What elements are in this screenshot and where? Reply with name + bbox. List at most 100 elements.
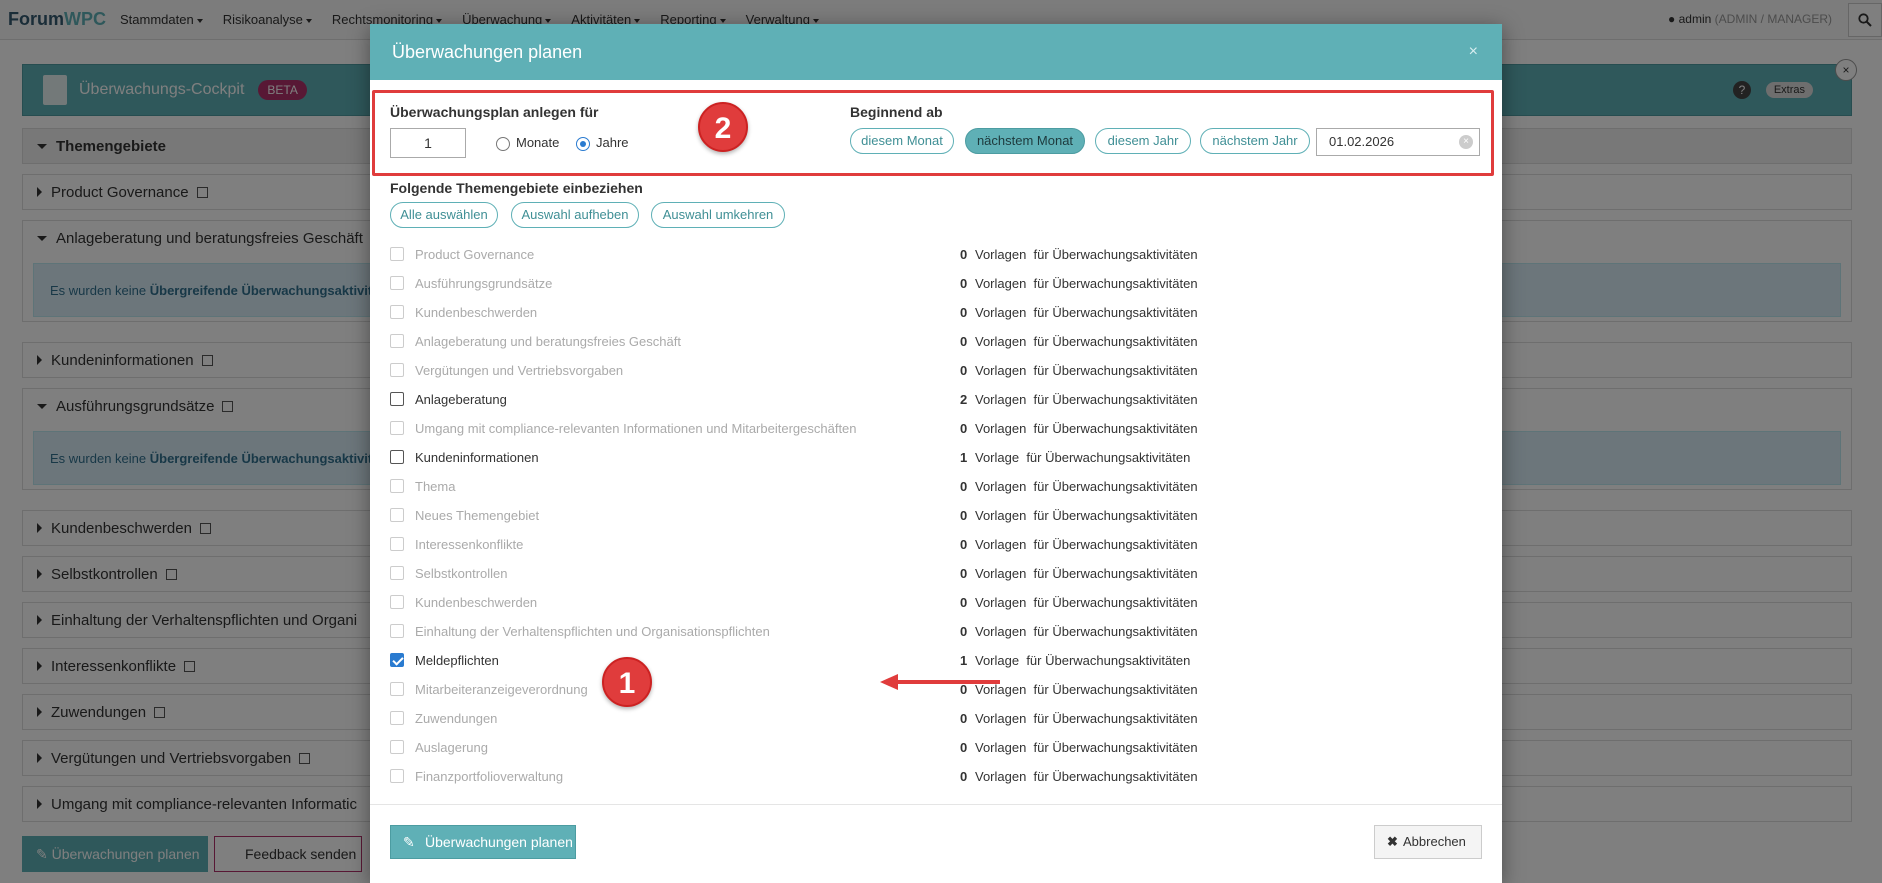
topic-row: Product Governance 0 Vorlagen für Überwach… <box>390 240 1290 269</box>
topic-template-count: 1 <box>960 450 968 465</box>
topic-template-count: 0 <box>960 247 968 262</box>
topic-template-label: Vorlagen für Überwachungsaktivitäten <box>975 624 1198 639</box>
topic-checkbox <box>390 305 404 319</box>
topic-row: Einhaltung der Verhaltenspflichten und O… <box>390 617 1290 646</box>
annotation-arrow <box>880 674 1000 690</box>
deselect-button[interactable]: Auswahl aufheben <box>511 202 639 228</box>
topic-name: Mitarbeiteranzeigeverordnung <box>415 682 588 697</box>
topic-template-count: 0 <box>960 769 968 784</box>
topic-checkbox <box>390 711 404 725</box>
topic-row: Mitarbeiteranzeigeverordnung 0 Vorlagen fü… <box>390 675 1290 704</box>
start-this-year[interactable]: diesem Jahr <box>1095 128 1191 154</box>
wand-icon: ✎ <box>403 834 415 850</box>
topic-row: Finanzportfolioverwaltung 0 Vorlagen für Ü… <box>390 762 1290 791</box>
topic-checkbox <box>390 740 404 754</box>
topic-row: Vergütungen und Vertriebsvorgaben 0 Vorlag… <box>390 356 1290 385</box>
topic-checkbox[interactable] <box>390 392 404 406</box>
topic-row: Thema 0 Vorlagen für Überwachungsaktivität… <box>390 472 1290 501</box>
plan-modal: Überwachungen planen × Überwachungsplan … <box>370 24 1502 883</box>
topic-name: Interessenkonflikte <box>415 537 524 552</box>
topic-template-label: Vorlagen für Überwachungsaktivitäten <box>975 508 1198 523</box>
topic-checkbox[interactable] <box>390 653 404 667</box>
topic-row: Anlageberatung 2 Vorlagen für Überwachungs… <box>390 385 1290 414</box>
topic-template-count: 0 <box>960 363 968 378</box>
topic-checkbox <box>390 508 404 522</box>
topic-name: Kundenbeschwerden <box>415 595 538 610</box>
topic-template-label: Vorlagen für Überwachungsaktivitäten <box>975 769 1198 784</box>
topic-row: Meldepflichten 1 Vorlage für Überwachungsa… <box>390 646 1290 675</box>
topic-template-count: 0 <box>960 305 968 320</box>
clear-icon[interactable]: × <box>1459 135 1473 149</box>
plan-duration-input[interactable]: 1 <box>390 128 466 158</box>
topic-name: Zuwendungen <box>415 711 498 726</box>
invert-selection-button[interactable]: Auswahl umkehren <box>651 202 785 228</box>
topic-template-label: Vorlagen für Überwachungsaktivitäten <box>975 247 1198 262</box>
topic-checkbox <box>390 769 404 783</box>
modal-header: Überwachungen planen × <box>370 24 1502 80</box>
topic-name: Product Governance <box>415 247 535 262</box>
topic-template-label: Vorlagen für Überwachungsaktivitäten <box>975 276 1198 291</box>
plan-settings-row: Überwachungsplan anlegen für 1 Monate Ja… <box>370 88 1502 178</box>
topic-name: Thema <box>415 479 456 494</box>
topic-name: Selbstkontrollen <box>415 566 508 581</box>
annotation-badge-2: 2 <box>698 102 748 152</box>
topic-checkbox <box>390 334 404 348</box>
topic-template-count: 1 <box>960 653 968 668</box>
topic-name: Umgang mit compliance-relevanten Informa… <box>415 421 857 436</box>
start-label: Beginnend ab <box>850 104 943 120</box>
topic-row: Auslagerung 0 Vorlagen für Überwachungsakt… <box>390 733 1290 762</box>
topic-template-label: Vorlagen für Überwachungsaktivitäten <box>975 421 1198 436</box>
plan-surveillance-button[interactable]: ✎ Überwachungen planen <box>390 825 576 859</box>
topic-name: Ausführungsgrundsätze <box>415 276 553 291</box>
close-icon[interactable]: × <box>1469 24 1478 80</box>
topic-name: Finanzportfolioverwaltung <box>415 769 564 784</box>
topic-checkbox <box>390 566 404 580</box>
topic-checkbox <box>390 624 404 638</box>
topic-name: Anlageberatung <box>415 392 507 407</box>
topic-name: Kundenbeschwerden <box>415 305 538 320</box>
topic-template-count: 0 <box>960 595 968 610</box>
topic-template-label: Vorlagen für Überwachungsaktivitäten <box>975 305 1198 320</box>
topic-template-label: Vorlagen für Überwachungsaktivitäten <box>975 711 1198 726</box>
topic-template-count: 0 <box>960 566 968 581</box>
topic-template-count: 0 <box>960 711 968 726</box>
topic-name: Auslagerung <box>415 740 488 755</box>
topic-checkbox <box>390 247 404 261</box>
topic-row: Umgang mit compliance-relevanten Informa… <box>390 414 1290 443</box>
topic-name: Anlageberatung und beratungsfreies Gesch… <box>415 334 681 349</box>
start-next-year[interactable]: nächstem Jahr <box>1200 128 1310 154</box>
topic-template-label: Vorlage für Überwachungsaktivitäten <box>975 653 1191 668</box>
select-all-button[interactable]: Alle auswählen <box>390 202 498 228</box>
years-radio[interactable] <box>576 137 590 151</box>
start-next-month[interactable]: nächstem Monat <box>965 128 1085 154</box>
topic-row: Ausführungsgrundsätze 0 Vorlagen für Überw… <box>390 269 1290 298</box>
topic-row: Neues Themengebiet 0 Vorlagen für Überwach… <box>390 501 1290 530</box>
topic-name: Einhaltung der Verhaltenspflichten und O… <box>415 624 770 639</box>
topic-template-label: Vorlagen für Überwachungsaktivitäten <box>975 682 1198 697</box>
topic-template-label: Vorlagen für Überwachungsaktivitäten <box>975 334 1198 349</box>
months-radio[interactable] <box>496 137 510 151</box>
topic-row: Anlageberatung und beratungsfreies Gesch… <box>390 327 1290 356</box>
topic-row: Selbstkontrollen 0 Vorlagen für Überwachun… <box>390 559 1290 588</box>
topic-checkbox <box>390 537 404 551</box>
modal-title: Überwachungen planen <box>392 42 583 62</box>
topic-template-label: Vorlagen für Überwachungsaktivitäten <box>975 363 1198 378</box>
topic-row: Kundenbeschwerden 0 Vorlagen für Überwachu… <box>390 298 1290 327</box>
topic-template-count: 0 <box>960 537 968 552</box>
topic-row: Kundeninformationen 1 Vorlage für Überwach… <box>390 443 1290 472</box>
topic-checkbox <box>390 479 404 493</box>
topic-checkbox <box>390 421 404 435</box>
topic-checkbox <box>390 363 404 377</box>
topic-template-count: 0 <box>960 276 968 291</box>
topic-template-label: Vorlagen für Überwachungsaktivitäten <box>975 595 1198 610</box>
cancel-button[interactable]: ✖ Abbrechen <box>1374 825 1482 859</box>
topic-checkbox[interactable] <box>390 450 404 464</box>
topic-template-count: 0 <box>960 421 968 436</box>
topic-template-label: Vorlagen für Überwachungsaktivitäten <box>975 566 1198 581</box>
start-date-input[interactable]: 01.02.2026 × <box>1316 128 1480 156</box>
start-this-month[interactable]: diesem Monat <box>850 128 954 154</box>
topic-name: Kundeninformationen <box>415 450 539 465</box>
topic-template-label: Vorlage für Überwachungsaktivitäten <box>975 450 1191 465</box>
topic-row: Zuwendungen 0 Vorlagen für Überwachungsakt… <box>390 704 1290 733</box>
topic-name: Meldepflichten <box>415 653 499 668</box>
